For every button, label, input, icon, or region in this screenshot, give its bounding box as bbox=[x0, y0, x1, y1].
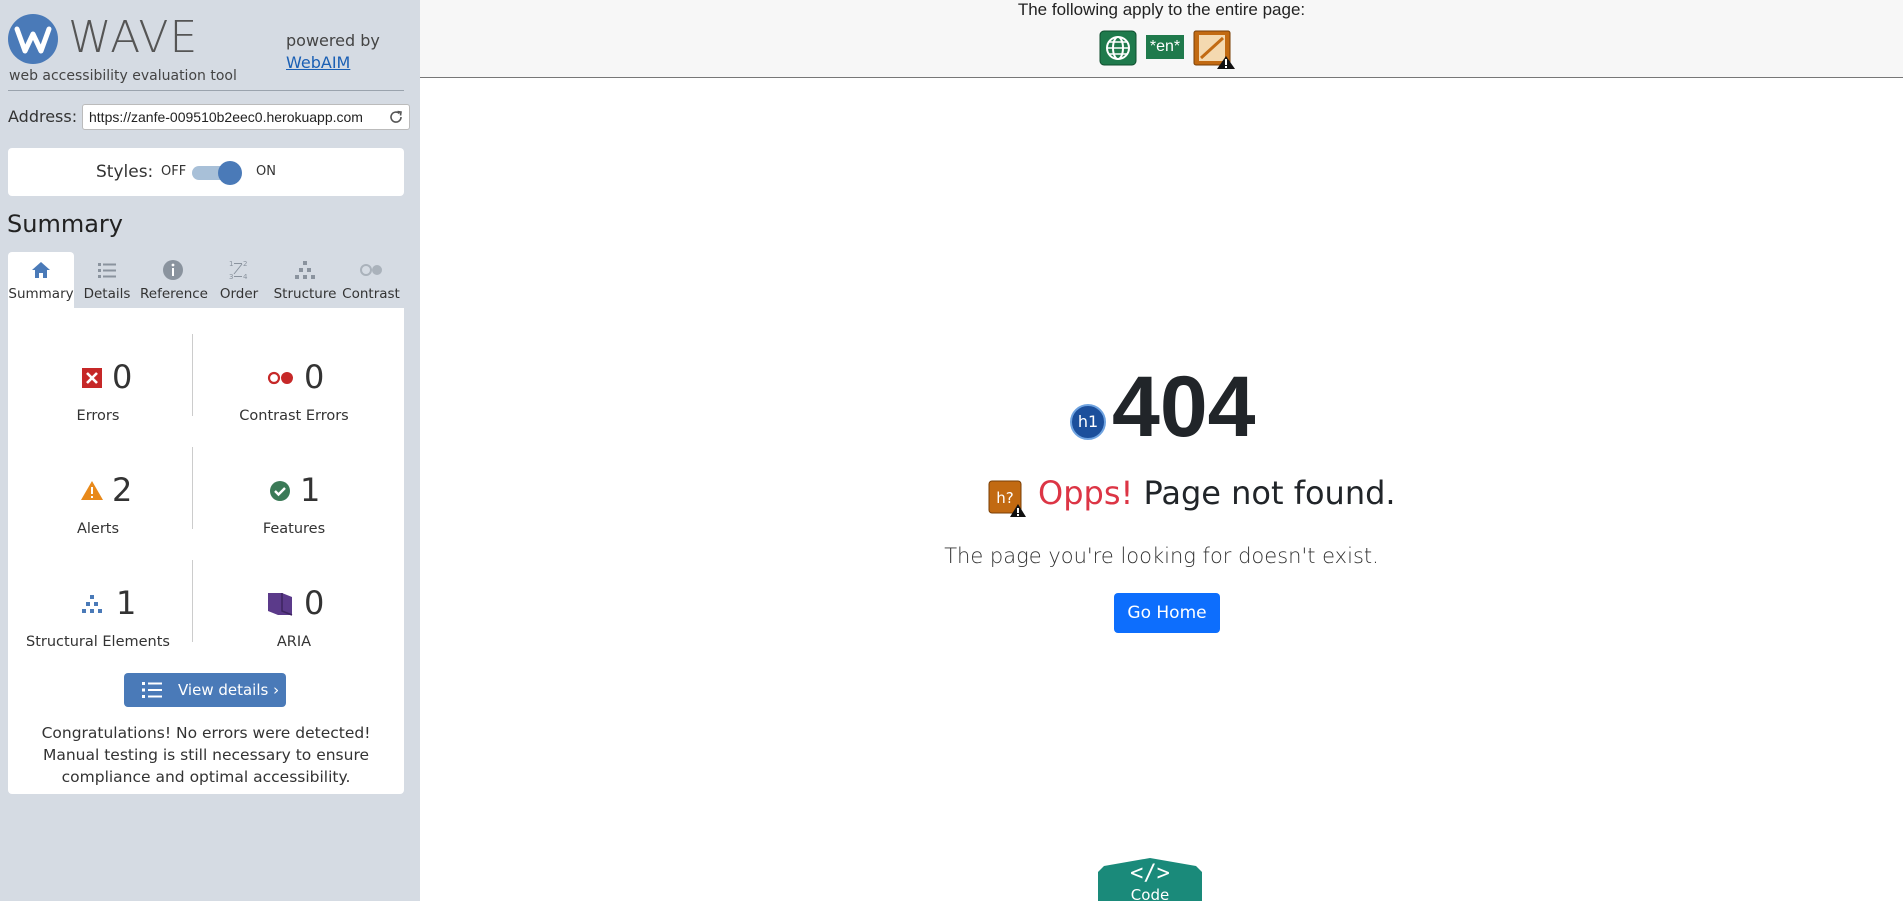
contrast-errors-count: 0 bbox=[304, 358, 325, 396]
tab-structure[interactable]: Structure bbox=[272, 252, 338, 308]
stat-alerts[interactable]: 2 Alerts bbox=[8, 465, 188, 555]
divider bbox=[192, 560, 193, 642]
contrast-error-icon bbox=[267, 371, 293, 385]
address-input[interactable]: https://zanfe-009510b2eec0.herokuapp.com bbox=[89, 109, 379, 125]
page-not-found-text: Page not found. bbox=[1133, 474, 1396, 512]
feature-icon bbox=[270, 481, 290, 501]
not-found-description: The page you're looking for doesn't exis… bbox=[944, 544, 1379, 568]
order-icon: 1 2 3 4 bbox=[229, 260, 248, 281]
webaim-link[interactable]: WebAIM bbox=[286, 52, 380, 74]
aria-icon bbox=[268, 593, 293, 616]
stat-structural[interactable]: 1 Structural Elements bbox=[8, 578, 188, 668]
summary-panel: Summary Details Reference 1 2 3 4 Order Str… bbox=[8, 252, 404, 794]
tab-label: Structure bbox=[273, 286, 337, 302]
alert-icon bbox=[81, 481, 103, 500]
errors-label: Errors bbox=[76, 408, 120, 424]
heading-alert-icon[interactable]: h? bbox=[988, 480, 1026, 518]
error-icon bbox=[82, 368, 102, 388]
svg-text:h?: h? bbox=[996, 489, 1013, 507]
language-badge[interactable]: *en* bbox=[1146, 35, 1184, 59]
home-icon bbox=[32, 262, 50, 278]
tab-summary[interactable]: Summary bbox=[8, 252, 74, 308]
banner-text: The following apply to the entire page: bbox=[1017, 0, 1306, 19]
divider bbox=[192, 447, 193, 529]
view-details-label: View details › bbox=[178, 681, 280, 699]
not-found-heading: Opps! Page not found. bbox=[1038, 474, 1396, 512]
list-icon bbox=[98, 263, 116, 278]
wave-tagline: web accessibility evaluation tool bbox=[9, 68, 237, 84]
powered-by: powered by WebAIM bbox=[286, 30, 380, 74]
structural-count: 1 bbox=[116, 584, 137, 622]
tab-label: Order bbox=[219, 286, 259, 302]
view-details-button[interactable]: View details › bbox=[124, 673, 286, 707]
aria-count: 0 bbox=[304, 584, 325, 622]
styles-label: Styles: bbox=[96, 162, 154, 182]
code-toggle-button[interactable]: </> Code bbox=[1098, 858, 1202, 901]
address-label: Address: bbox=[8, 107, 78, 126]
tab-reference[interactable]: Reference bbox=[140, 252, 208, 308]
structure-icon bbox=[82, 595, 102, 613]
contrast-icon bbox=[360, 264, 382, 276]
code-icon: </> bbox=[1130, 861, 1170, 886]
tab-label: Reference bbox=[140, 286, 208, 302]
toggle-knob bbox=[218, 161, 242, 185]
structural-label: Structural Elements bbox=[26, 634, 170, 650]
svg-text:1: 1 bbox=[229, 260, 233, 268]
stat-errors[interactable]: 0 Errors bbox=[8, 352, 188, 442]
code-label: Code bbox=[1131, 886, 1169, 901]
wave-logo-text: WAVE bbox=[68, 12, 199, 63]
wave-sidebar: WAVE web accessibility evaluation tool p… bbox=[0, 0, 420, 901]
tab-label: Details bbox=[83, 286, 131, 302]
svg-text:4: 4 bbox=[243, 273, 248, 281]
reload-icon[interactable] bbox=[388, 109, 404, 125]
svg-text:2: 2 bbox=[243, 260, 247, 268]
alerts-count: 2 bbox=[112, 471, 133, 509]
svg-text:3: 3 bbox=[229, 273, 233, 281]
page-level-banner: The following apply to the entire page: … bbox=[420, 0, 1903, 78]
tab-order[interactable]: 1 2 3 4 Order bbox=[206, 252, 272, 308]
stat-features[interactable]: 1 Features bbox=[204, 465, 384, 555]
panel-tabs: Summary Details Reference 1 2 3 4 Order Str… bbox=[8, 252, 404, 308]
page-title: 404 bbox=[1112, 359, 1256, 455]
wave-logo-icon bbox=[8, 14, 58, 64]
tab-label: Summary bbox=[8, 286, 74, 302]
styles-toggle-card: Styles: OFF ON bbox=[8, 148, 404, 196]
styles-toggle[interactable] bbox=[192, 161, 242, 185]
address-field[interactable]: https://zanfe-009510b2eec0.herokuapp.com bbox=[82, 104, 410, 130]
alerts-label: Alerts bbox=[76, 521, 120, 537]
stat-aria[interactable]: 0 ARIA bbox=[204, 578, 384, 668]
language-globe-icon[interactable] bbox=[1099, 30, 1137, 66]
divider bbox=[192, 334, 193, 416]
info-icon bbox=[163, 260, 183, 280]
styles-on-label: ON bbox=[256, 164, 276, 179]
document-alert-icon[interactable] bbox=[1193, 30, 1237, 70]
summary-heading: Summary bbox=[7, 210, 123, 238]
list-icon bbox=[142, 682, 162, 698]
opps-text: Opps! bbox=[1038, 474, 1134, 512]
wave-logo: WAVE web accessibility evaluation tool p… bbox=[8, 12, 404, 84]
features-label: Features bbox=[262, 521, 326, 537]
errors-count: 0 bbox=[112, 358, 133, 396]
styles-off-label: OFF bbox=[161, 164, 187, 179]
stat-contrast-errors[interactable]: 0 Contrast Errors bbox=[204, 352, 384, 442]
h1-badge-icon[interactable]: h1 bbox=[1070, 404, 1106, 440]
tab-label: Contrast bbox=[342, 286, 400, 302]
go-home-button[interactable]: Go Home bbox=[1114, 593, 1220, 633]
divider bbox=[8, 90, 404, 91]
address-bar: Address: https://zanfe-009510b2eec0.hero… bbox=[8, 104, 410, 130]
tab-contrast[interactable]: Contrast bbox=[338, 252, 404, 308]
page-preview: The following apply to the entire page: … bbox=[420, 0, 1903, 901]
banner-icons: *en* bbox=[1099, 30, 1235, 70]
aria-label: ARIA bbox=[276, 634, 312, 650]
structure-icon bbox=[295, 261, 315, 279]
tab-details[interactable]: Details bbox=[74, 252, 140, 308]
powered-by-text: powered by bbox=[286, 31, 380, 50]
contrast-errors-label: Contrast Errors bbox=[239, 408, 349, 424]
features-count: 1 bbox=[300, 471, 321, 509]
congrats-message: Congratulations! No errors were detected… bbox=[41, 724, 371, 786]
